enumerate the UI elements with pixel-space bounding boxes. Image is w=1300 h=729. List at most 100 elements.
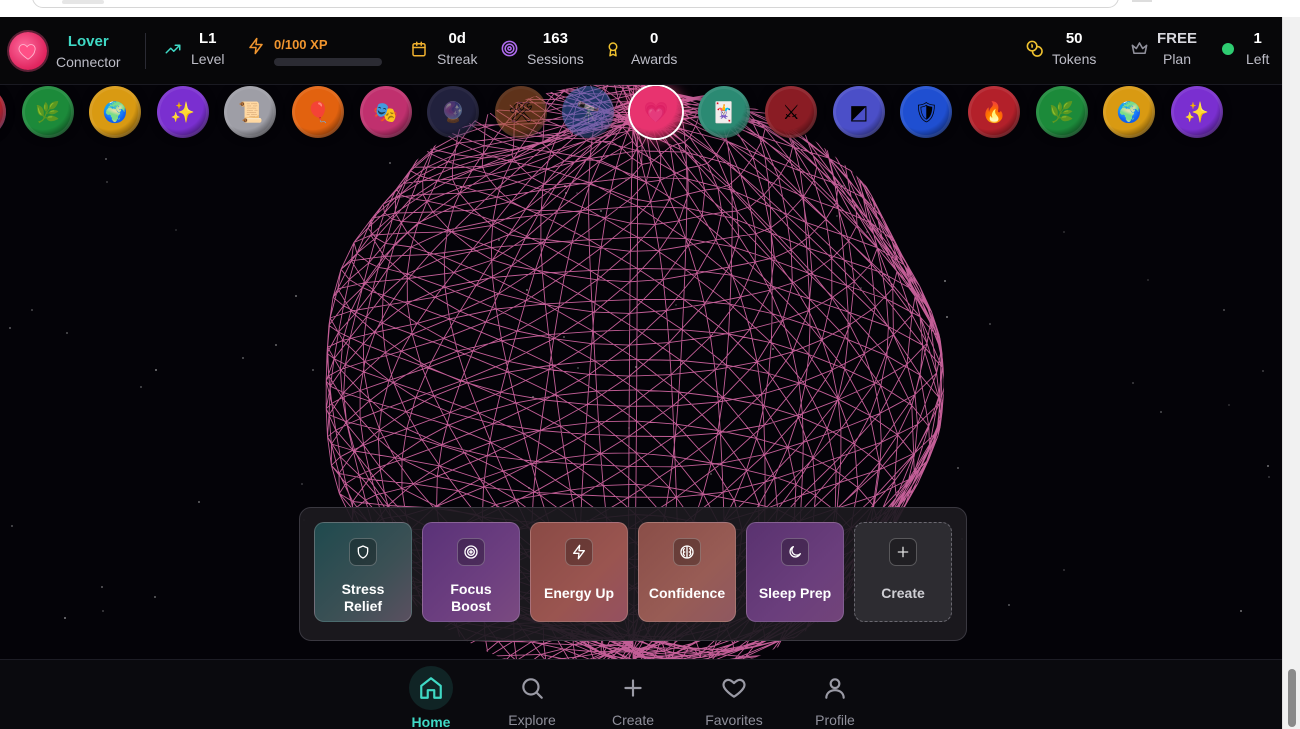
star — [1007, 604, 1010, 607]
archetype-medallion-theater-masks-icon[interactable]: 🎭 — [359, 86, 412, 138]
star — [1131, 382, 1134, 385]
star — [1063, 231, 1066, 234]
archetype-medallion-tools-icon[interactable]: 🛠 — [494, 86, 547, 138]
star — [1267, 464, 1270, 467]
browser-button[interactable] — [1132, 0, 1152, 2]
star — [294, 295, 297, 298]
address-bar[interactable] — [32, 0, 1119, 8]
globe-icon: 🌍 — [102, 101, 128, 124]
fire-icon: 🔥 — [981, 101, 1007, 124]
mode-label: Sleep Prep — [758, 585, 832, 601]
plus-icon — [611, 666, 655, 710]
archetype-medallion-telescope-icon[interactable]: 🔭 — [562, 86, 615, 138]
star — [989, 322, 992, 325]
plan-value: FREE — [1157, 30, 1198, 47]
brain-icon — [673, 538, 701, 566]
globe-icon: 🌍 — [1116, 101, 1142, 124]
star — [1063, 568, 1066, 571]
archetype-medallion-fire-icon[interactable]: 🔥 — [968, 86, 1020, 138]
star — [197, 500, 200, 503]
archetype-medallion-joker-card-icon[interactable]: 🃏 — [697, 86, 750, 138]
streak-value: 0d — [448, 30, 466, 47]
streak-stat: 0d Streak — [409, 31, 477, 66]
archetype-medallion-portal-icon[interactable]: ◩ — [832, 86, 885, 138]
page-scrollbar[interactable] — [1282, 17, 1300, 729]
browser-tab[interactable] — [62, 0, 104, 4]
star — [174, 229, 177, 232]
home-icon — [409, 666, 453, 710]
tokens-stat: 50 Tokens — [1024, 31, 1096, 66]
theater-masks-icon: 🎭 — [373, 101, 399, 124]
sessions-left-stat: 1 Left — [1218, 31, 1269, 66]
star — [30, 308, 33, 311]
crown-icon — [1129, 39, 1149, 59]
nav-home[interactable]: Home — [391, 666, 471, 729]
archetype-medallion-fire-icon[interactable]: 🔥 — [0, 86, 6, 138]
app-viewport: Lover Connector L1 Level 0/100 XP 0d Strea… — [0, 17, 1282, 729]
nav-create[interactable]: Create — [593, 666, 673, 728]
browser-chrome — [0, 0, 1300, 17]
portal-icon: ◩ — [849, 101, 869, 124]
archetype-medallion-scroll-icon[interactable]: 📜 — [224, 86, 277, 138]
mode-label: Focus Boost — [450, 580, 492, 614]
awards-stat: 0 Awards — [603, 31, 677, 66]
left-label: Left — [1246, 51, 1270, 67]
divider — [145, 33, 146, 69]
leaf-icon: 🌿 — [35, 101, 61, 124]
xp-value: 0/100 XP — [274, 37, 328, 52]
archetype-medallion-leaf-icon[interactable]: 🌿 — [21, 86, 74, 138]
nav-label: Profile — [815, 712, 855, 728]
stats-header: Lover Connector L1 Level 0/100 XP 0d Strea… — [0, 17, 1282, 85]
nav-favorites[interactable]: Favorites — [694, 666, 774, 728]
xp-progress: 0/100 XP — [247, 37, 382, 66]
mode-focus-boost[interactable]: Focus Boost — [422, 522, 520, 622]
archetype-medallion-heart-icon[interactable]: 💗 — [630, 86, 682, 138]
avatar[interactable] — [9, 32, 47, 70]
archetype-carousel[interactable]: 🔥 🌿 🌍 ✨ 📜 🎈 🎭 🔮 🛠 🔭 💗 🃏 ⚔ ◩ 🛡 🔥 🌿 🌍 ✨ — [0, 86, 1282, 142]
nav-label: Explore — [508, 712, 556, 728]
lightning-icon — [565, 538, 593, 566]
star — [8, 326, 11, 329]
user-icon — [813, 666, 857, 710]
mode-sleep-prep[interactable]: Sleep Prep — [746, 522, 844, 622]
star — [154, 369, 157, 372]
star — [1228, 404, 1231, 407]
mode-energy-up[interactable]: Energy Up — [530, 522, 628, 622]
mode-label: Stress Relief — [341, 580, 385, 614]
plan-stat[interactable]: FREE Plan — [1129, 31, 1197, 66]
star — [153, 596, 156, 599]
joker-card-icon: 🃏 — [711, 101, 737, 124]
target-icon — [499, 39, 519, 59]
mode-create[interactable]: Create — [854, 522, 952, 622]
archetype-medallion-swords-icon[interactable]: ⚔ — [765, 86, 818, 138]
archetype-medallion-leaf-icon[interactable]: 🌿 — [1035, 86, 1088, 138]
mode-confidence[interactable]: Confidence — [638, 522, 736, 622]
plan-label: Plan — [1162, 51, 1192, 67]
heart-outline-icon — [712, 666, 756, 710]
star — [101, 610, 104, 613]
archetype-medallion-globe-icon[interactable]: 🌍 — [1103, 86, 1156, 138]
archetype-medallion-crystal-ball-icon[interactable]: 🔮 — [427, 86, 480, 138]
archetype-medallion-balloon-icon[interactable]: 🎈 — [292, 86, 344, 138]
crystal-ball-icon: 🔮 — [440, 101, 466, 124]
status-dot-icon — [1218, 39, 1238, 59]
archetype-medallion-globe-icon[interactable]: 🌍 — [89, 86, 142, 138]
nav-label: Favorites — [705, 712, 763, 728]
nav-profile[interactable]: Profile — [795, 666, 875, 728]
archetype-medallion-shield-icon[interactable]: 🛡 — [900, 86, 953, 138]
archetype-medallion-sparkles-icon[interactable]: ✨ — [156, 86, 209, 138]
lightning-icon — [247, 37, 265, 60]
star — [275, 343, 278, 346]
scrollbar-thumb[interactable] — [1288, 669, 1296, 727]
scroll-icon: 📜 — [237, 101, 263, 124]
star — [106, 181, 109, 184]
streak-label: Streak — [437, 51, 478, 67]
sessions-value: 163 — [542, 30, 568, 47]
star — [1239, 610, 1242, 613]
mode-stress-relief[interactable]: Stress Relief — [314, 522, 412, 622]
level-label: Level — [191, 51, 225, 67]
archetype-medallion-sparkles-icon[interactable]: ✨ — [1170, 86, 1223, 138]
shield-icon: 🛡 — [913, 101, 940, 124]
mode-label: Create — [881, 585, 925, 601]
nav-explore[interactable]: Explore — [492, 666, 572, 728]
